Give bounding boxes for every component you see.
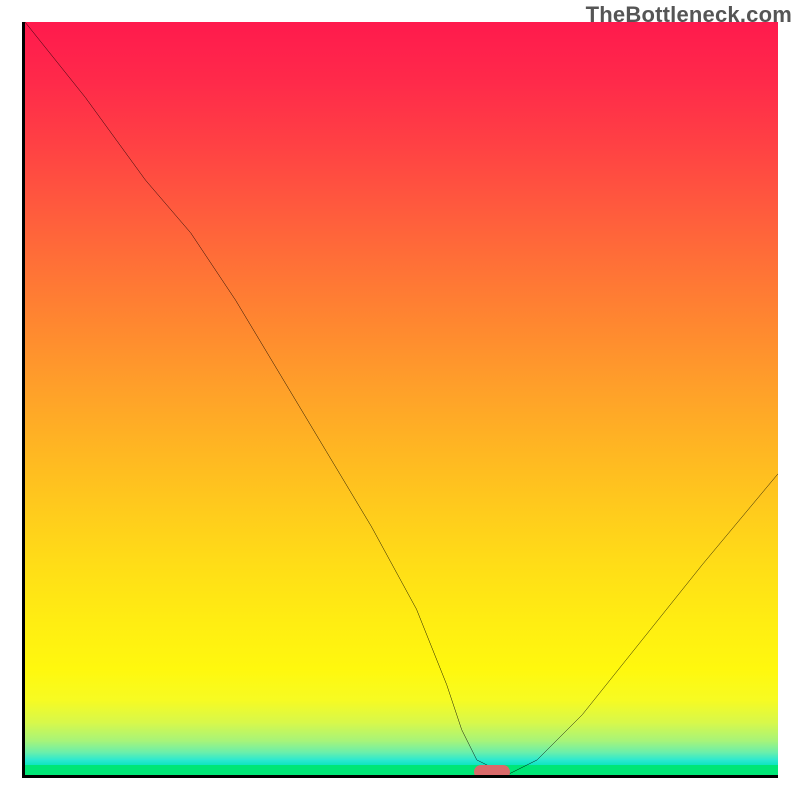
plot-area [22, 22, 778, 778]
optimum-marker [474, 765, 510, 778]
chart-container: TheBottleneck.com [0, 0, 800, 800]
watermark-text: TheBottleneck.com [586, 2, 792, 28]
bottleneck-curve [25, 22, 778, 775]
curve-svg [25, 22, 778, 775]
